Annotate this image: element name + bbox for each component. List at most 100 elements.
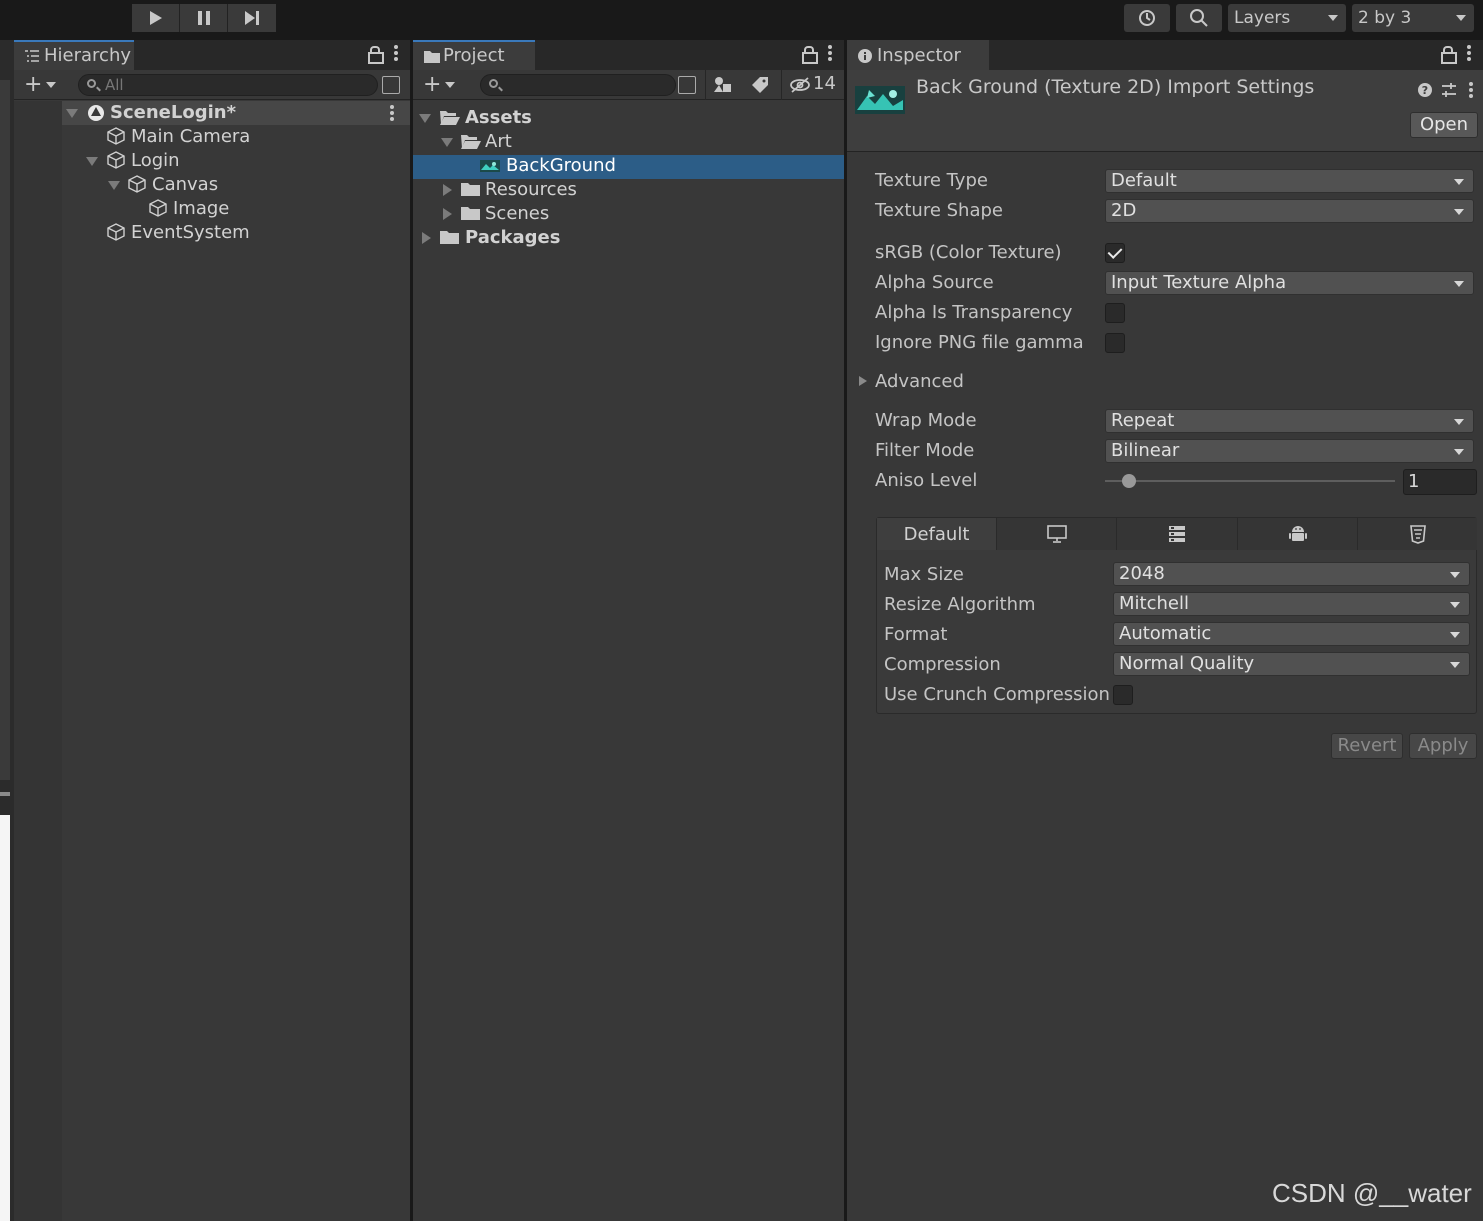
project-item-background[interactable]: BackGround	[506, 154, 616, 178]
layout-dropdown[interactable]: 2 by 3	[1352, 4, 1474, 32]
history-button[interactable]	[1124, 4, 1170, 32]
dropdown-value: Automatic	[1119, 623, 1212, 644]
texture-type-label: Texture Type	[875, 170, 988, 191]
project-tabbar: Project	[413, 40, 844, 70]
platform-tab-default[interactable]: Default	[877, 518, 997, 550]
ignore-png-gamma-checkbox[interactable]	[1105, 333, 1125, 353]
filter-mode-dropdown[interactable]: Bilinear	[1105, 439, 1474, 463]
texture-type-dropdown[interactable]: Default	[1105, 169, 1474, 193]
wrap-mode-dropdown[interactable]: Repeat	[1105, 409, 1474, 433]
more-options-icon[interactable]	[828, 45, 832, 61]
platform-settings-box: Default Max Size 2048 Resize Algorithm M…	[876, 517, 1477, 714]
expand-triangle-icon[interactable]	[86, 157, 98, 166]
play-button[interactable]	[132, 4, 180, 32]
layout-label: 2 by 3	[1358, 8, 1412, 28]
wrap-mode-label: Wrap Mode	[875, 410, 977, 431]
more-options-icon[interactable]	[394, 45, 398, 61]
project-item-resources[interactable]: Resources	[485, 178, 577, 202]
texture-shape-dropdown[interactable]: 2D	[1105, 199, 1474, 223]
hierarchy-item-login[interactable]: Login	[131, 149, 180, 173]
tab-hierarchy[interactable]: Hierarchy	[14, 40, 134, 70]
search-button[interactable]	[1176, 4, 1222, 32]
aniso-level-input[interactable]: 1	[1403, 469, 1477, 495]
search-scope-icon[interactable]	[678, 76, 696, 94]
create-button[interactable]: +	[423, 72, 456, 97]
filter-by-label-icon[interactable]	[751, 76, 769, 94]
format-label: Format	[884, 624, 948, 645]
search-icon	[489, 79, 498, 88]
srgb-checkbox[interactable]	[1105, 243, 1125, 263]
project-item-assets[interactable]: Assets	[465, 106, 532, 130]
create-button[interactable]: +	[24, 74, 57, 96]
foldout-triangle-icon[interactable]	[859, 376, 867, 386]
tab-project[interactable]: Project	[413, 40, 535, 70]
more-options-icon[interactable]	[1467, 45, 1471, 61]
project-item-scenes[interactable]: Scenes	[485, 202, 549, 226]
toolbar-divider	[781, 70, 782, 100]
project-item-art[interactable]: Art	[485, 130, 512, 154]
compression-dropdown[interactable]: Normal Quality	[1113, 652, 1470, 676]
chevron-down-icon	[1450, 602, 1460, 608]
platform-tab-standalone[interactable]	[997, 518, 1117, 550]
compression-label: Compression	[884, 654, 1001, 675]
component-options-icon[interactable]	[1469, 82, 1473, 98]
hierarchy-toolbar: + All	[14, 70, 410, 100]
srgb-label: sRGB (Color Texture)	[875, 242, 1062, 263]
apply-button[interactable]: Apply	[1409, 733, 1477, 759]
plus-icon: +	[423, 72, 442, 97]
hidden-packages-icon[interactable]	[789, 76, 811, 94]
crunch-compression-checkbox[interactable]	[1113, 685, 1133, 705]
texture-shape-label: Texture Shape	[875, 200, 1003, 221]
step-button[interactable]	[228, 4, 276, 32]
platform-tab-android[interactable]	[1238, 518, 1358, 550]
help-icon[interactable]: ?	[1417, 82, 1433, 98]
dropdown-value: Mitchell	[1119, 593, 1189, 614]
dropdown-value: Repeat	[1111, 410, 1175, 431]
expand-triangle-icon[interactable]	[66, 109, 78, 118]
hidden-packages-count: 14	[813, 73, 836, 94]
chevron-down-icon	[445, 82, 456, 88]
collapse-triangle-icon[interactable]	[422, 232, 431, 244]
format-dropdown[interactable]: Automatic	[1113, 622, 1470, 646]
alpha-source-dropdown[interactable]: Input Texture Alpha	[1105, 271, 1474, 295]
collapse-triangle-icon[interactable]	[443, 208, 452, 220]
project-search-input[interactable]	[480, 74, 676, 96]
max-size-dropdown[interactable]: 2048	[1113, 562, 1470, 586]
preset-icon[interactable]	[1441, 81, 1457, 99]
aniso-slider-thumb[interactable]	[1122, 474, 1136, 488]
hierarchy-item-scenelogin[interactable]: SceneLogin*	[110, 101, 236, 125]
layers-dropdown[interactable]: Layers	[1228, 4, 1346, 32]
collapse-triangle-icon[interactable]	[443, 184, 452, 196]
chevron-down-icon	[1454, 179, 1464, 185]
chevron-down-icon	[1454, 449, 1464, 455]
expand-triangle-icon[interactable]	[108, 181, 120, 190]
hierarchy-item-eventsystem[interactable]: EventSystem	[131, 221, 250, 245]
advanced-foldout[interactable]: Advanced	[875, 370, 964, 394]
tab-inspector[interactable]: Inspector	[847, 40, 989, 70]
pause-button[interactable]	[180, 4, 228, 32]
scene-visibility-icon[interactable]	[382, 76, 400, 94]
project-item-packages[interactable]: Packages	[465, 226, 560, 250]
hierarchy-item-image[interactable]: Image	[173, 197, 229, 221]
aniso-slider-track[interactable]	[1105, 480, 1395, 482]
expand-triangle-icon[interactable]	[441, 138, 453, 147]
filter-mode-label: Filter Mode	[875, 440, 975, 461]
expand-triangle-icon[interactable]	[419, 114, 431, 123]
open-button[interactable]: Open	[1410, 112, 1478, 138]
platform-tab-server[interactable]	[1117, 518, 1238, 550]
hierarchy-item-canvas[interactable]: Canvas	[152, 173, 218, 197]
alpha-transparency-checkbox[interactable]	[1105, 303, 1125, 323]
lock-icon[interactable]	[802, 46, 818, 64]
inspector-tab-tools	[1441, 45, 1471, 64]
filter-by-type-icon[interactable]	[713, 76, 733, 94]
lock-icon[interactable]	[368, 46, 384, 64]
revert-button[interactable]: Revert	[1331, 733, 1403, 759]
platform-tab-webgl[interactable]	[1358, 518, 1477, 550]
resize-algorithm-dropdown[interactable]: Mitchell	[1113, 592, 1470, 616]
hierarchy-search-input[interactable]: All	[78, 74, 378, 96]
scene-options-icon[interactable]	[390, 105, 394, 121]
folder-icon	[440, 231, 459, 244]
gameobject-icon	[107, 127, 125, 145]
hierarchy-item-main-camera[interactable]: Main Camera	[131, 125, 250, 149]
lock-icon[interactable]	[1441, 46, 1457, 64]
